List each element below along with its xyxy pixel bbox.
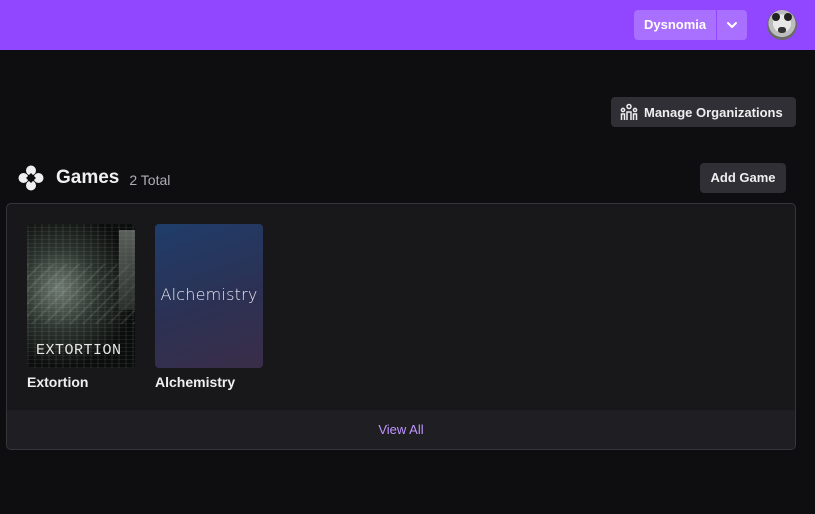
organization-switcher[interactable]: Dysnomia <box>634 10 748 40</box>
manage-organizations-label: Manage Organizations <box>644 104 783 120</box>
top-bar: Dysnomia <box>0 0 815 50</box>
add-game-button[interactable]: Add Game <box>700 163 786 193</box>
game-title[interactable]: Extortion <box>27 374 135 390</box>
gamepad-icon <box>18 165 44 191</box>
organization-icon <box>620 103 638 121</box>
cover-text: Alchemistry <box>160 285 258 304</box>
cover-text: EXTORTION <box>36 342 122 359</box>
games-title: Games <box>56 167 120 188</box>
manage-organizations-button[interactable]: Manage Organizations <box>611 97 796 127</box>
games-panel: EXTORTION Extortion Alchemistry Alchemis… <box>6 203 796 450</box>
game-cover[interactable]: Alchemistry <box>155 224 263 368</box>
games-header: Games 2 Total <box>18 165 170 191</box>
avatar-ear-left <box>772 13 780 21</box>
game-title[interactable]: Alchemistry <box>155 374 263 390</box>
avatar[interactable] <box>767 10 797 40</box>
game-cover[interactable]: EXTORTION <box>27 224 135 368</box>
game-card-extortion[interactable]: EXTORTION Extortion <box>27 224 135 390</box>
organization-name[interactable]: Dysnomia <box>634 10 716 40</box>
view-all-link[interactable]: View All <box>7 410 795 449</box>
game-card-alchemistry[interactable]: Alchemistry Alchemistry <box>155 224 263 390</box>
cover-figure <box>119 230 135 310</box>
games-count: 2 Total <box>129 171 171 188</box>
avatar-ear-right <box>784 13 792 21</box>
chevron-down-icon[interactable] <box>717 10 747 40</box>
avatar-snout <box>778 27 786 33</box>
